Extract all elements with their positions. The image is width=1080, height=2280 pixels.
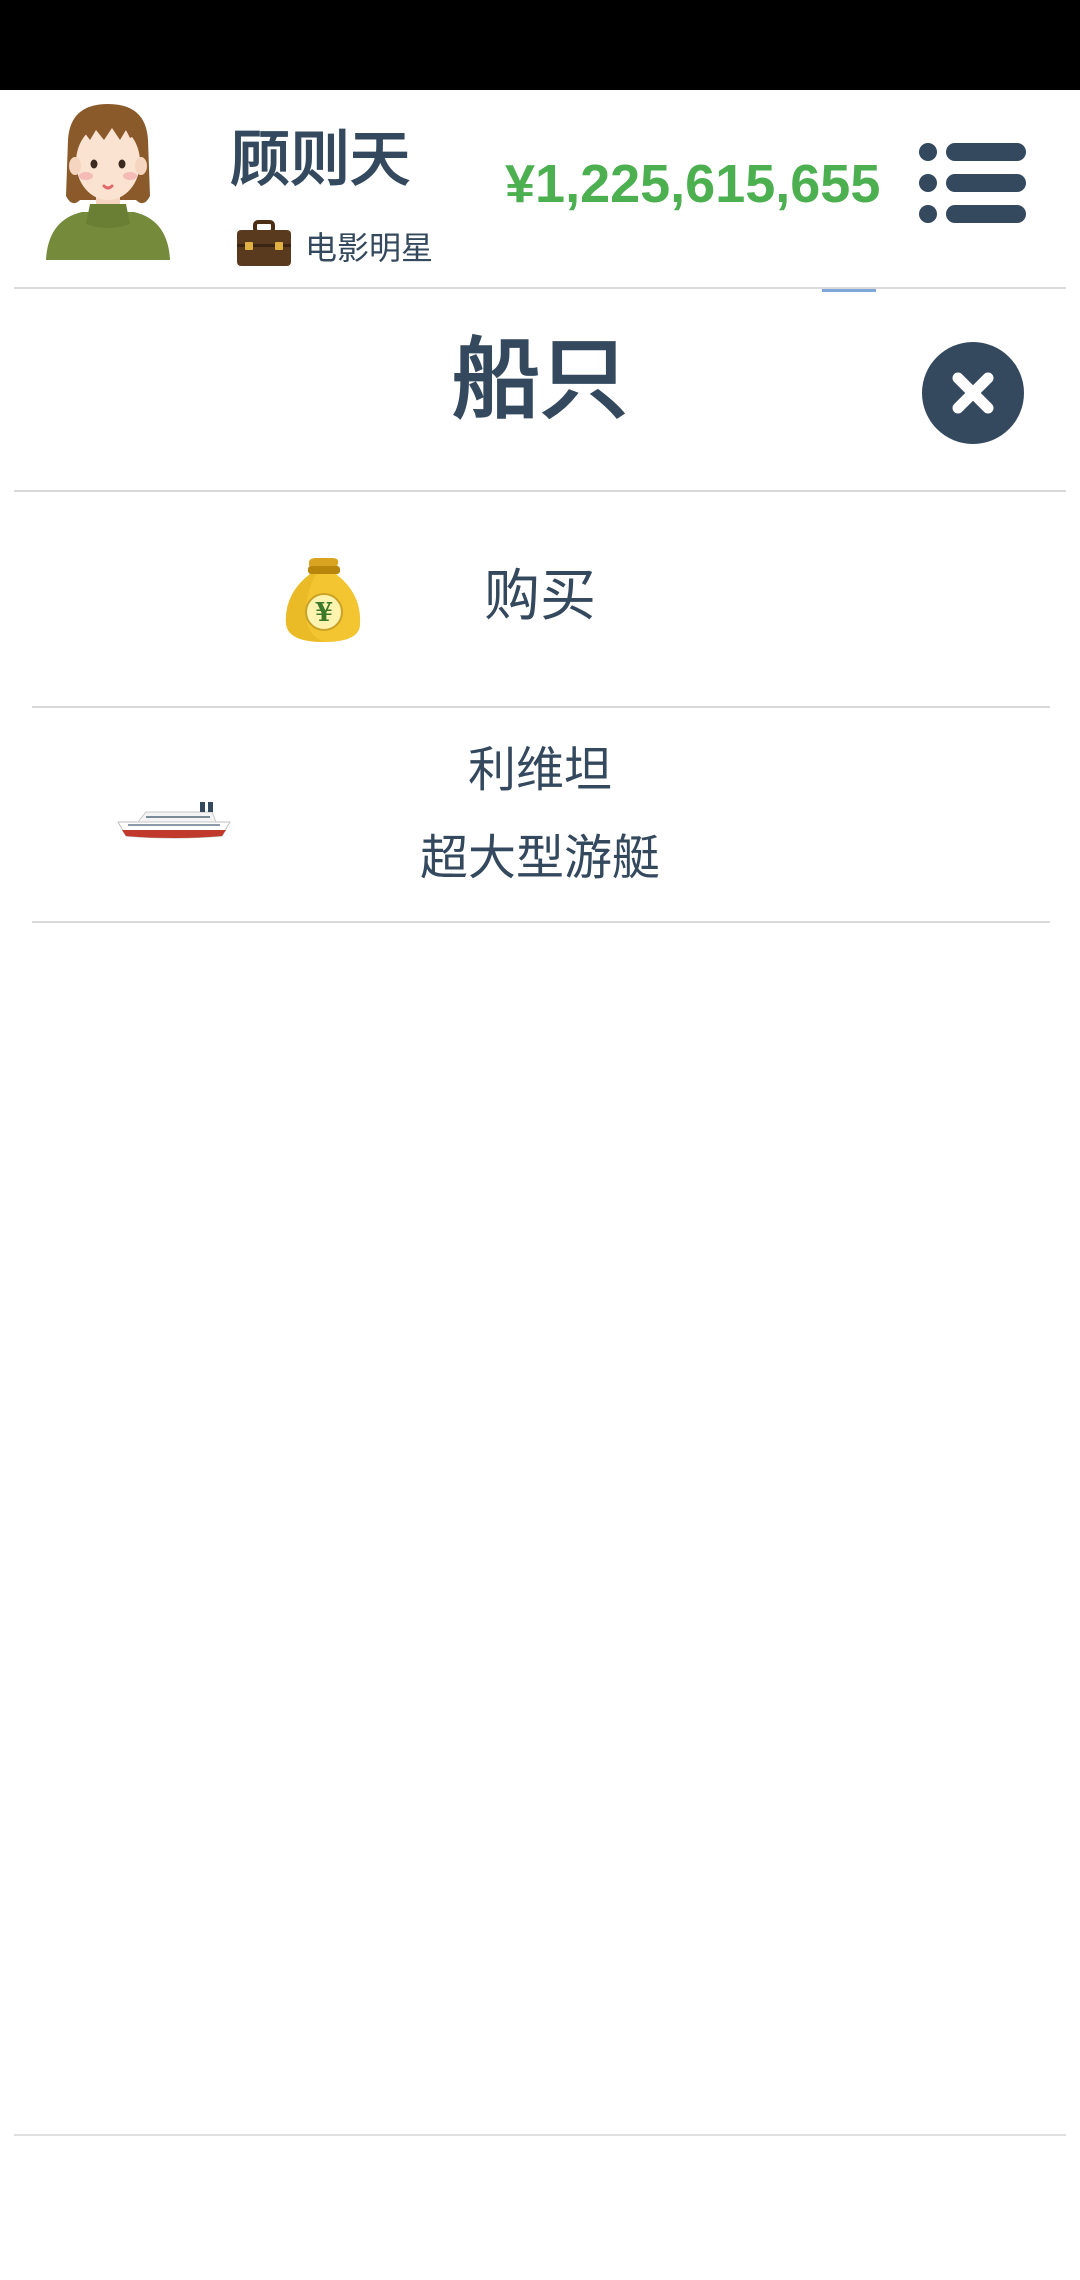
money-balance: ¥1,225,615,655 (505, 154, 881, 214)
player-header: 顾则天 电影明星 ¥1,225,615,655 (0, 90, 1080, 288)
bottom-divider (14, 2134, 1066, 2136)
avatar[interactable] (40, 100, 175, 260)
job-label: 电影明星 (305, 229, 434, 267)
player-name: 顾则天 (230, 125, 410, 195)
ship-type: 超大型游艇 (419, 830, 660, 886)
tab-indicator (822, 289, 876, 292)
ship-name: 利维坦 (467, 742, 612, 798)
close-icon (952, 372, 994, 414)
close-button[interactable] (922, 342, 1024, 444)
buy-button[interactable]: ¥ 购买 (30, 492, 1050, 706)
page-title: 船只 (451, 328, 628, 431)
status-bar (0, 0, 1080, 90)
header-divider (14, 287, 1066, 289)
row-divider (32, 921, 1050, 923)
buy-label: 购买 (484, 564, 596, 629)
briefcase-icon (237, 220, 291, 266)
menu-icon[interactable] (918, 142, 1026, 224)
list-item[interactable]: 利维坦 超大型游艇 (30, 708, 1050, 922)
